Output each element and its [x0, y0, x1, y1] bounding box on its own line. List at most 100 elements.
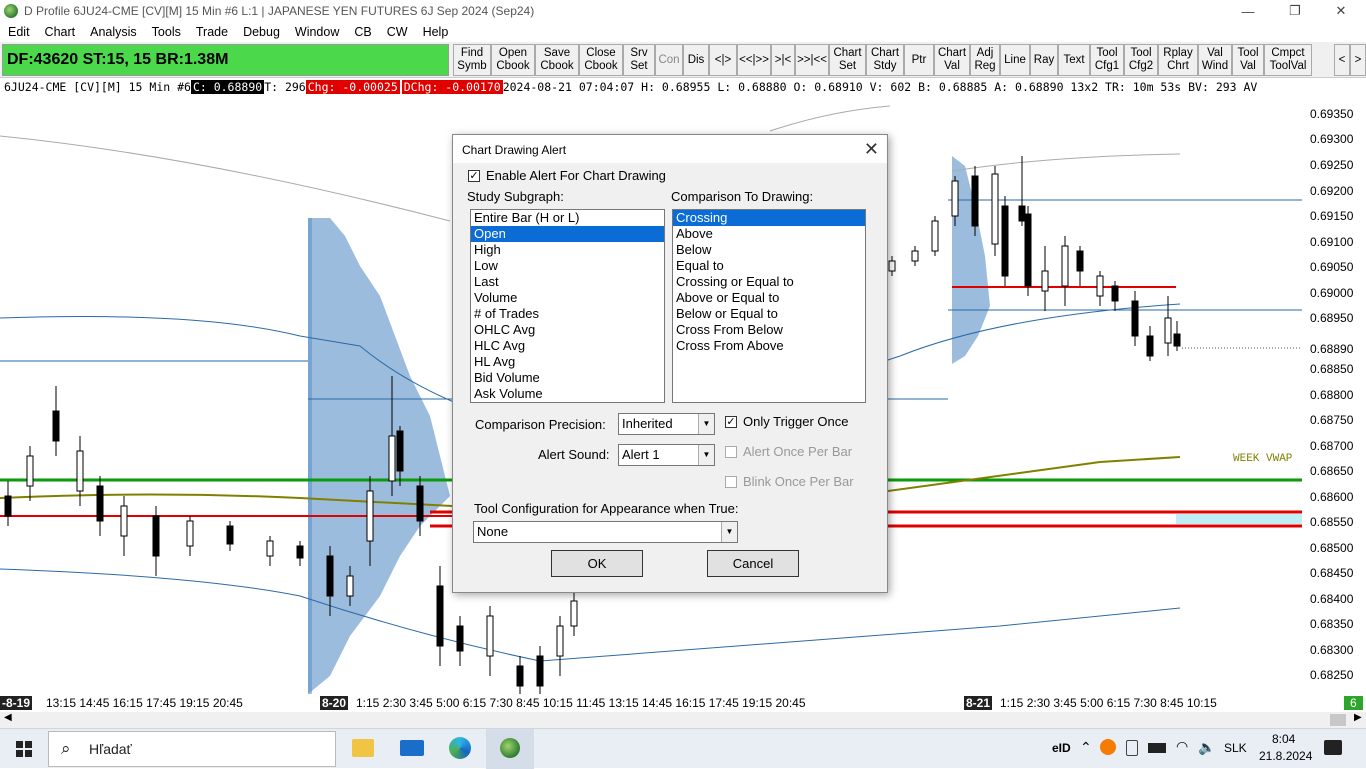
text-tool-button[interactable]: Text — [1058, 44, 1090, 76]
usb-icon[interactable] — [1126, 740, 1138, 756]
menu-debug[interactable]: Debug — [235, 25, 287, 39]
subgraph-item[interactable]: Low — [471, 258, 664, 274]
disconnect-button[interactable]: Dis — [683, 44, 709, 76]
connect-button[interactable]: Con — [655, 44, 683, 76]
menu-trade[interactable]: Trade — [188, 25, 235, 39]
minimize-button[interactable]: — — [1225, 0, 1271, 22]
study-subgraph-list[interactable]: Entire Bar (H or L) Open High Low Last V… — [470, 209, 665, 403]
chevron-down-icon[interactable]: ▼ — [721, 522, 737, 542]
close-cbook-button[interactable]: Close Cbook — [579, 44, 623, 76]
ray-tool-button[interactable]: Ray — [1030, 44, 1058, 76]
alert-once-per-bar-checkbox[interactable] — [725, 446, 737, 458]
comparison-list[interactable]: Crossing Above Below Equal to Crossing o… — [672, 209, 866, 403]
scroll-thumb[interactable] — [1330, 714, 1346, 726]
dialog-close-icon[interactable]: ✕ — [864, 139, 879, 160]
edge-browser-icon[interactable] — [449, 737, 471, 759]
avast-icon[interactable] — [1100, 739, 1116, 755]
file-explorer-icon[interactable] — [352, 739, 374, 757]
subgraph-item[interactable]: HL Avg — [471, 354, 664, 370]
volume-icon[interactable]: 🔈 — [1198, 739, 1215, 756]
enable-alert-checkbox[interactable]: ✓ — [468, 170, 480, 182]
comparison-item[interactable]: Below or Equal to — [673, 306, 865, 322]
maximize-button[interactable]: ❐ — [1272, 0, 1318, 22]
scroll-button-2[interactable]: <<|>> — [737, 44, 771, 76]
clock-date[interactable]: 21.8.2024 — [1259, 749, 1312, 763]
blink-once-per-bar-checkbox[interactable] — [725, 476, 737, 488]
subgraph-item-selected[interactable]: Open — [471, 226, 664, 242]
comparison-item[interactable]: Crossing or Equal to — [673, 274, 865, 290]
comparison-item[interactable]: Below — [673, 242, 865, 258]
ok-button[interactable]: OK — [551, 550, 643, 577]
notifications-icon[interactable] — [1324, 740, 1342, 755]
alert-sound-select[interactable]: Alert 1 ▼ — [618, 444, 715, 466]
replay-chart-button[interactable]: Rplay Chrt — [1158, 44, 1198, 76]
close-window-button[interactable]: ✕ — [1318, 0, 1364, 22]
chart-values-button[interactable]: Chart Val — [934, 44, 970, 76]
subgraph-item[interactable]: High — [471, 242, 664, 258]
line-tool-button[interactable]: Line — [1000, 44, 1030, 76]
comparison-item[interactable]: Cross From Above — [673, 338, 865, 354]
value-window-button[interactable]: Val Wind — [1198, 44, 1232, 76]
wifi-icon[interactable]: ◠ — [1176, 738, 1188, 755]
tool-values-button[interactable]: Tool Val — [1232, 44, 1264, 76]
tool-config2-button[interactable]: Tool Cfg2 — [1124, 44, 1158, 76]
subgraph-item[interactable]: OHLC Avg — [471, 322, 664, 338]
save-cbook-button[interactable]: Save Cbook — [535, 44, 579, 76]
dialog-title-bar: Chart Drawing Alert — [453, 135, 887, 163]
scroll-right-icon[interactable]: ▶ — [1354, 712, 1362, 723]
subgraph-item[interactable]: HLC Avg — [471, 338, 664, 354]
menu-cw[interactable]: CW — [379, 25, 415, 39]
taskbar-search-input[interactable]: ⌕ Hľadať — [48, 731, 336, 767]
scroll-left-icon[interactable]: ◀ — [4, 712, 12, 723]
tool-config-select[interactable]: None ▼ — [473, 521, 738, 543]
menu-edit[interactable]: Edit — [0, 25, 37, 39]
comparison-item[interactable]: Above or Equal to — [673, 290, 865, 306]
windows-start-icon[interactable] — [16, 741, 32, 757]
pointer-button[interactable]: Ptr — [904, 44, 934, 76]
subgraph-item[interactable]: Bid Volume — [471, 370, 664, 386]
menu-tools[interactable]: Tools — [144, 25, 188, 39]
comparison-item-selected[interactable]: Crossing — [673, 210, 865, 226]
cancel-button[interactable]: Cancel — [707, 550, 799, 577]
scroll-button-4[interactable]: >>|<< — [795, 44, 829, 76]
tool-config1-button[interactable]: Tool Cfg1 — [1090, 44, 1124, 76]
subgraph-item[interactable]: # of Trades — [471, 306, 664, 322]
chevron-down-icon[interactable]: ▼ — [698, 445, 714, 465]
horizontal-scrollbar[interactable]: ◀ ▶ — [0, 712, 1366, 728]
menu-help[interactable]: Help — [415, 25, 456, 39]
find-symbol-button[interactable]: Find Symb — [453, 44, 491, 76]
toolbar-scroll-left-button[interactable]: < — [1334, 44, 1350, 76]
battery-icon[interactable] — [1148, 743, 1166, 753]
menu-cb[interactable]: CB — [346, 25, 378, 39]
toolbar-scroll-right-button[interactable]: > — [1350, 44, 1366, 76]
chart-settings-button[interactable]: Chart Set — [829, 44, 866, 76]
adjust-region-button[interactable]: Adj Reg — [970, 44, 1000, 76]
only-trigger-once-checkbox[interactable]: ✓ — [725, 416, 737, 428]
active-app-tab[interactable] — [486, 729, 534, 769]
menu-analysis[interactable]: Analysis — [82, 25, 144, 39]
day-label-aug19: -8-19 — [0, 696, 33, 710]
menu-window[interactable]: Window — [287, 25, 346, 39]
precision-select[interactable]: Inherited ▼ — [618, 413, 715, 435]
clock-time[interactable]: 8:04 — [1272, 732, 1295, 746]
alert-once-per-bar-label: Alert Once Per Bar — [743, 444, 853, 459]
open-cbook-button[interactable]: Open Cbook — [491, 44, 535, 76]
scroll-button-3[interactable]: >|< — [771, 44, 795, 76]
chevron-down-icon[interactable]: ▼ — [698, 414, 714, 434]
scroll-button-1[interactable]: <|> — [709, 44, 737, 76]
server-settings-button[interactable]: Srv Set — [623, 44, 655, 76]
menu-chart[interactable]: Chart — [37, 25, 83, 39]
compact-tool-values-button[interactable]: Cmpct ToolVal — [1264, 44, 1312, 76]
mail-icon[interactable] — [400, 740, 424, 756]
subgraph-item[interactable]: Ask Volume — [471, 386, 664, 402]
chart-studies-button[interactable]: Chart Stdy — [866, 44, 904, 76]
subgraph-item[interactable]: Entire Bar (H or L) — [471, 210, 664, 226]
subgraph-item[interactable]: Last — [471, 274, 664, 290]
comparison-item[interactable]: Above — [673, 226, 865, 242]
comparison-item[interactable]: Cross From Below — [673, 322, 865, 338]
comparison-item[interactable]: Equal to — [673, 258, 865, 274]
chevron-up-icon[interactable]: ⌃ — [1080, 739, 1092, 756]
eid-icon[interactable]: eID — [1052, 741, 1071, 755]
subgraph-item[interactable]: Volume — [471, 290, 664, 306]
language-indicator[interactable]: SLK — [1224, 741, 1247, 755]
